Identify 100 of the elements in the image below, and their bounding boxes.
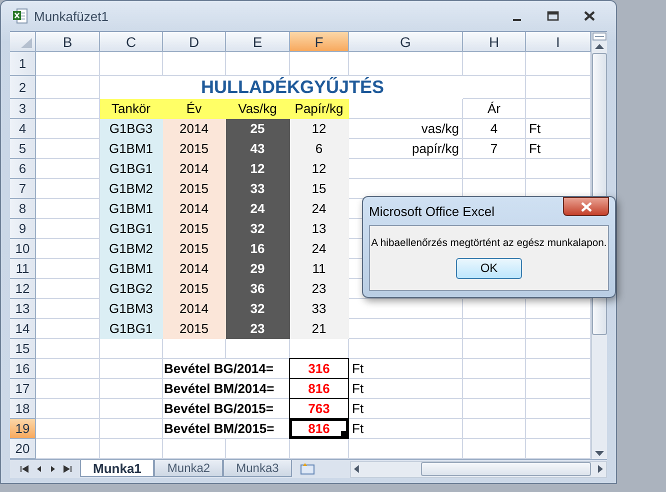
row-header[interactable]: 19 [10, 419, 36, 439]
empty-cell[interactable] [463, 359, 526, 379]
column-header[interactable]: C [100, 32, 163, 52]
empty-cell[interactable] [349, 339, 463, 359]
empty-cell[interactable] [349, 52, 463, 76]
row-header[interactable]: 10 [10, 239, 36, 259]
empty-cell[interactable] [226, 52, 290, 76]
result-cell: 816 [289, 418, 349, 439]
empty-cell[interactable] [463, 399, 526, 419]
row-header[interactable]: 8 [10, 199, 36, 219]
row-header[interactable]: 3 [10, 99, 36, 119]
column-header[interactable]: B [36, 32, 100, 52]
dialog-message: A hibaellenőrzés megtörtént az egész munkalapon. [371, 238, 607, 248]
row-header[interactable]: 20 [10, 439, 36, 459]
split-handle-icon[interactable] [592, 32, 607, 41]
table-cell: 36 [226, 279, 290, 299]
ok-button[interactable]: OK [456, 258, 522, 278]
column-header[interactable]: G [349, 32, 463, 52]
close-icon [584, 11, 594, 21]
row-header[interactable]: 16 [10, 359, 36, 379]
table-cell: G1BG3 [100, 119, 163, 139]
table-cell: 23 [226, 319, 290, 339]
formula-label: Bevétel BM/2014= [163, 379, 290, 399]
table-cell: G1BG1 [100, 319, 163, 339]
empty-cell[interactable] [463, 159, 526, 179]
sheet-tab[interactable]: Munka1 [80, 460, 154, 477]
column-header[interactable]: I [526, 32, 591, 52]
table-cell: G1BM2 [100, 179, 163, 199]
table-cell: 33 [226, 179, 290, 199]
column-heading: Papír/kg [290, 99, 349, 119]
row-header[interactable]: 6 [10, 159, 36, 179]
select-all-button[interactable] [10, 32, 36, 52]
close-button[interactable] [563, 197, 609, 216]
sheet-tab[interactable]: Munka3 [223, 460, 292, 477]
row-header[interactable]: 12 [10, 279, 36, 299]
spreadsheet-app-icon [12, 8, 28, 24]
table-cell: 2014 [163, 119, 226, 139]
empty-cell[interactable] [290, 52, 349, 76]
table-cell: 2014 [163, 259, 226, 279]
column-header[interactable]: E [226, 32, 290, 52]
column-header[interactable]: F [290, 32, 349, 52]
empty-cell[interactable] [163, 339, 226, 359]
empty-cell[interactable] [463, 419, 526, 439]
table-cell: 29 [226, 259, 290, 279]
table-cell: G1BM2 [100, 239, 163, 259]
empty-cell[interactable] [463, 52, 526, 76]
table-cell: 2015 [163, 319, 226, 339]
empty-cell[interactable] [100, 359, 163, 379]
empty-cell[interactable] [100, 379, 163, 399]
row-header[interactable]: 15 [10, 339, 36, 359]
empty-cell[interactable] [100, 399, 163, 419]
table-cell: 11 [290, 259, 349, 279]
empty-cell[interactable] [463, 299, 526, 319]
empty-cell[interactable] [463, 76, 526, 99]
table-cell: G1BM3 [100, 299, 163, 319]
table-cell: G1BM1 [100, 259, 163, 279]
column-header[interactable]: D [163, 32, 226, 52]
table-cell: 43 [226, 139, 290, 159]
dialog-title: Microsoft Office Excel [369, 204, 494, 218]
scroll-thumb[interactable] [420, 462, 592, 476]
horizontal-scrollbar[interactable] [350, 460, 607, 478]
row-header[interactable]: 5 [10, 139, 36, 159]
empty-cell[interactable] [226, 339, 290, 359]
table-cell: G1BG2 [100, 279, 163, 299]
column-heading: Tankör [100, 99, 163, 119]
table-cell: 2015 [163, 179, 226, 199]
empty-cell[interactable] [463, 319, 526, 339]
row-header[interactable]: 4 [10, 119, 36, 139]
row-header[interactable]: 2 [10, 76, 36, 99]
row-header[interactable]: 17 [10, 379, 36, 399]
row-header[interactable]: 1 [10, 52, 36, 76]
row-header[interactable]: 7 [10, 179, 36, 199]
table-cell: G1BM1 [100, 139, 163, 159]
table-cell: G1BG1 [100, 159, 163, 179]
empty-cell[interactable] [163, 52, 226, 76]
empty-cell[interactable] [100, 339, 163, 359]
close-icon [580, 202, 592, 212]
column-header[interactable]: H [463, 32, 526, 52]
sheet-tab[interactable]: Munka2 [154, 460, 224, 477]
empty-cell[interactable] [463, 379, 526, 399]
result-cell: 316 [289, 358, 349, 379]
last-sheet-icon[interactable] [62, 464, 74, 474]
price-heading: Ár [463, 99, 526, 119]
first-sheet-icon[interactable] [18, 464, 30, 474]
empty-cell[interactable] [100, 52, 163, 76]
table-cell: 6 [290, 139, 349, 159]
row-header[interactable]: 9 [10, 219, 36, 239]
table-cell: 33 [290, 299, 349, 319]
row-header[interactable]: 13 [10, 299, 36, 319]
column-heading: Vas/kg [226, 99, 290, 119]
row-header[interactable]: 11 [10, 259, 36, 279]
price-value: 7 [463, 139, 526, 159]
formula-label: Bevétel BG/2014= [163, 359, 290, 379]
empty-cell[interactable] [463, 339, 526, 359]
row-header[interactable]: 14 [10, 319, 36, 339]
row-header[interactable]: 18 [10, 399, 36, 419]
table-cell: 12 [290, 159, 349, 179]
table-cell: 2015 [163, 139, 226, 159]
empty-cell[interactable] [100, 419, 163, 439]
table-cell: 2014 [163, 199, 226, 219]
